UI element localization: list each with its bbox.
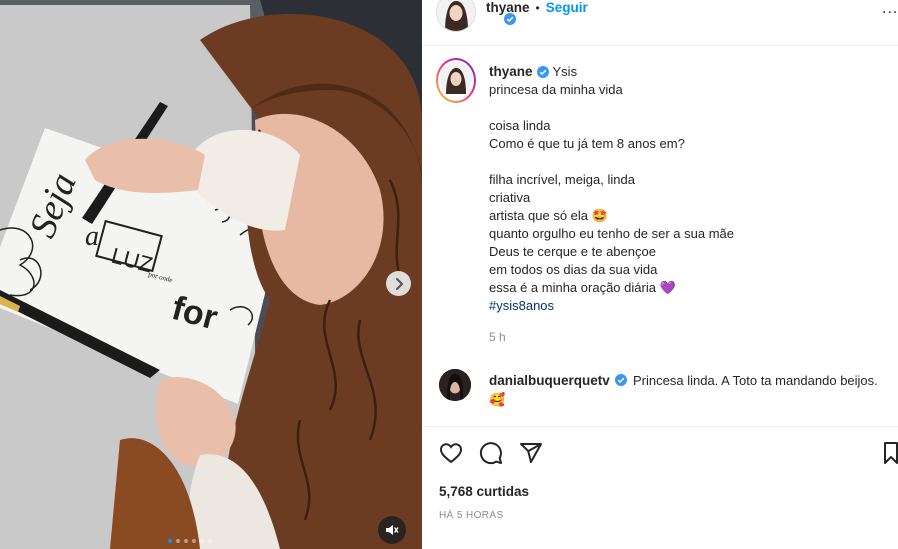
mute-button[interactable]	[378, 516, 406, 544]
author-photo	[440, 62, 472, 94]
comment-icon[interactable]	[479, 441, 503, 465]
post-time-ago: HÁ 5 HORAS	[439, 510, 504, 521]
bookmark-icon[interactable]	[884, 441, 898, 465]
caption-line: coisa linda	[489, 118, 551, 133]
caption-line: essa é a minha oração diária 💜	[489, 280, 676, 295]
verified-badge-icon	[504, 13, 516, 25]
caption-timestamp: 5 h	[489, 330, 506, 344]
caption-line: Deus te cerque e te abençoe	[489, 244, 656, 259]
more-options-icon[interactable]: ...	[882, 0, 898, 18]
heart-icon[interactable]	[439, 441, 463, 465]
caption-avatar[interactable]	[436, 58, 476, 103]
post-media[interactable]: Seja a LUZ por onde for	[0, 0, 422, 549]
muted-speaker-icon	[386, 525, 399, 535]
verified-badge-icon	[615, 374, 628, 386]
caption-line: princesa da minha vida	[489, 82, 623, 97]
caption-line	[489, 99, 889, 117]
caption-username[interactable]: thyane	[489, 63, 533, 81]
post-actions: 5,768 curtidas HÁ 5 HORAS	[422, 426, 898, 549]
caption-line: artista que só ela 🤩	[489, 208, 608, 223]
author-avatar[interactable]	[436, 0, 476, 32]
caption-line: em todos os dias da sua vida	[489, 262, 658, 277]
caption-text: princesa da minha vida coisa linda Como é …	[489, 81, 889, 297]
carousel-dot	[192, 539, 196, 543]
video-frame: Seja a LUZ por onde for	[0, 0, 422, 549]
separator-dot: •	[535, 0, 540, 15]
caption-tagged-user: Ysis	[552, 64, 578, 79]
send-icon[interactable]	[519, 441, 543, 465]
carousel-dot	[168, 539, 172, 543]
caption-line	[489, 153, 889, 171]
commenter-username[interactable]: danialbuquerquetv	[489, 373, 610, 388]
caption-hashtag[interactable]: #ysis8anos	[489, 297, 889, 315]
chevron-right-icon	[395, 277, 403, 290]
drawing-word-a: a	[85, 221, 99, 252]
caption-line: quanto orgulho eu tenho de ser a sua mãe	[489, 226, 735, 241]
author-photo	[437, 0, 475, 31]
follow-button[interactable]: Seguir	[546, 0, 588, 15]
caption-line: criativa	[489, 190, 531, 205]
carousel-dot	[184, 539, 188, 543]
carousel-dot	[208, 539, 212, 543]
commenter-photo	[439, 369, 471, 401]
caption-line: filha incrível, meiga, linda	[489, 172, 635, 187]
next-slide-button[interactable]	[386, 271, 411, 296]
carousel-indicator	[168, 539, 212, 543]
caption-line: Como é que tu já tem 8 anos em?	[489, 136, 685, 151]
post-header: thyane • Seguir ...	[422, 0, 898, 46]
carousel-dot	[176, 539, 180, 543]
commenter-avatar[interactable]	[439, 369, 471, 401]
post-panel: thyane • Seguir ... thyane Ysis princesa…	[422, 0, 898, 549]
likes-count[interactable]: 5,768 curtidas	[439, 484, 529, 499]
verified-badge-icon	[536, 66, 549, 78]
carousel-dot	[200, 539, 204, 543]
